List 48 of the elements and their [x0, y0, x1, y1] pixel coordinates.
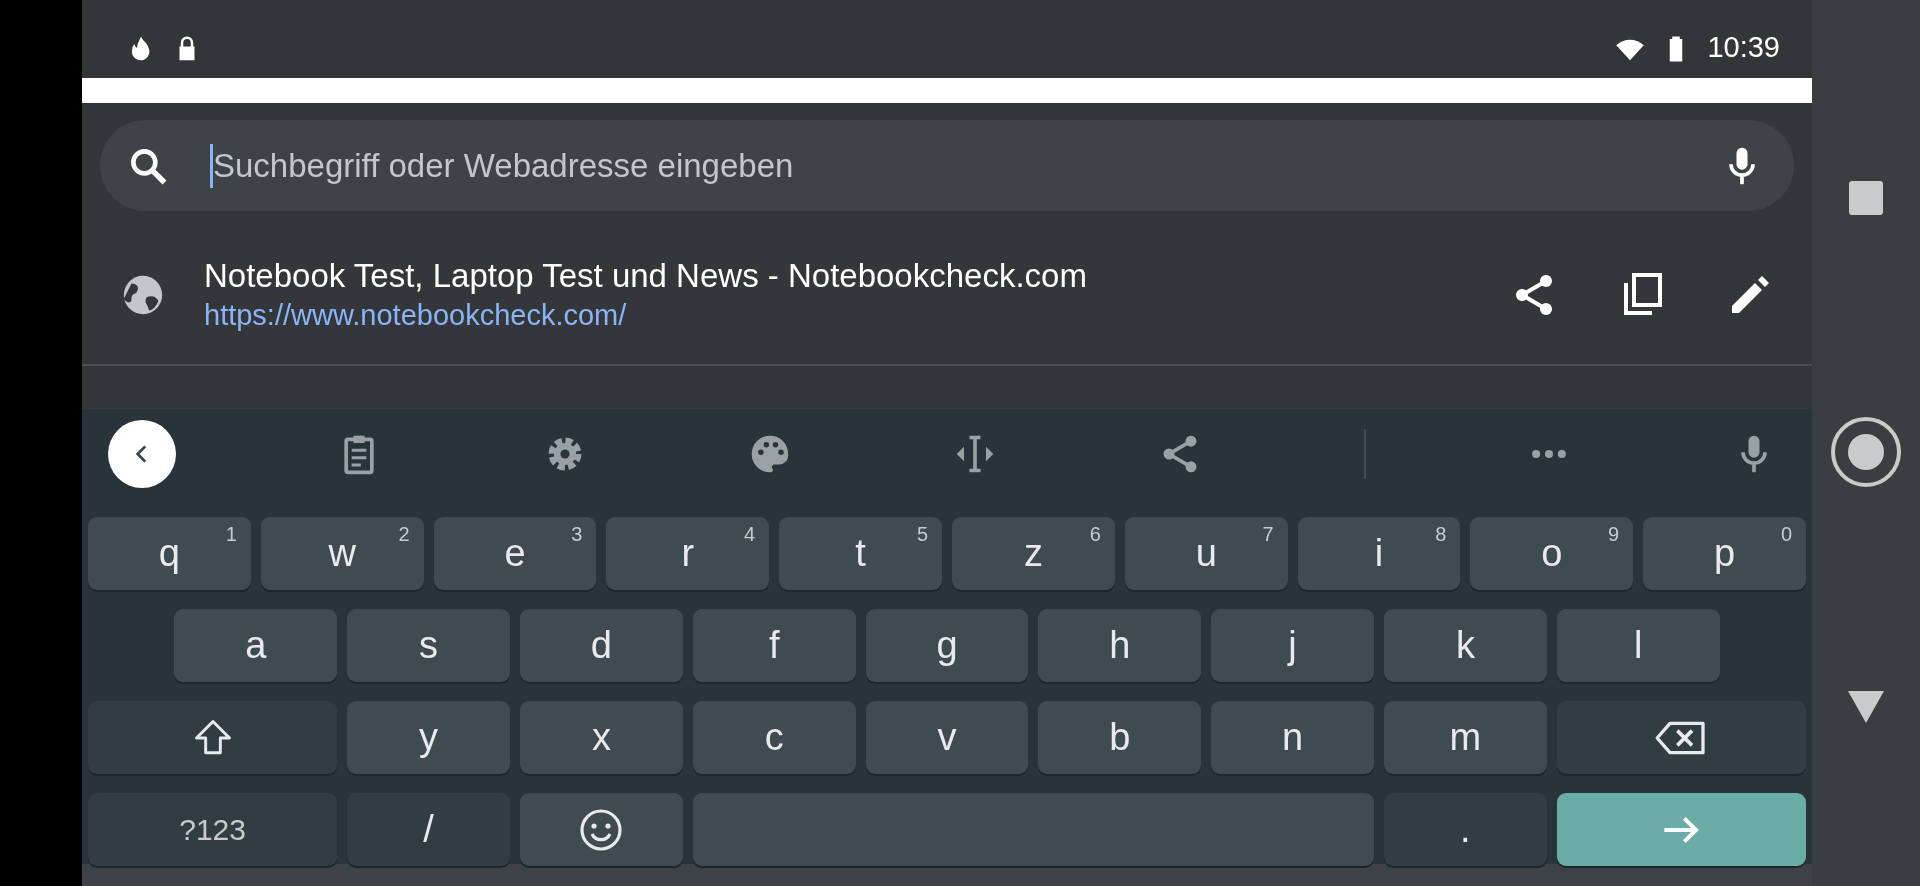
period-key[interactable]: .: [1384, 793, 1547, 866]
letter-key[interactable]: i 8: [1297, 517, 1461, 590]
number-hint: 1: [225, 523, 237, 546]
letter-key[interactable]: t 5: [779, 517, 942, 590]
letter-key[interactable]: c: [692, 701, 856, 774]
letter-key[interactable]: z 6: [952, 517, 1115, 590]
number-hint: 6: [1089, 523, 1101, 546]
letter-key[interactable]: e 3: [433, 517, 597, 590]
letter-key[interactable]: u 7: [1124, 517, 1288, 590]
letter-key[interactable]: q 1: [88, 517, 251, 590]
letter-key[interactable]: s: [347, 609, 510, 682]
letter-key[interactable]: b: [1038, 701, 1202, 774]
letter-key[interactable]: h: [1038, 609, 1202, 682]
letter-key[interactable]: d: [520, 609, 683, 682]
letter-key[interactable]: j: [1211, 609, 1374, 682]
letter-key[interactable]: w 2: [260, 517, 424, 590]
letter-key[interactable]: g: [865, 609, 1029, 682]
back-button[interactable]: [1846, 689, 1886, 725]
letter-key[interactable]: v: [865, 701, 1029, 774]
number-hint: 7: [1262, 523, 1274, 546]
suggestion-title[interactable]: Notebook Test, Laptop Test und News - Notebookcheck.com: [204, 257, 1450, 295]
home-button[interactable]: [1831, 417, 1901, 487]
number-hint: 5: [916, 523, 928, 546]
backspace-key[interactable]: [1556, 701, 1806, 774]
letter-key[interactable]: l: [1556, 609, 1720, 682]
letter-key[interactable]: f: [692, 609, 856, 682]
search-field[interactable]: Suchbegriff oder Webadresse eingeben: [213, 146, 1720, 185]
letter-key[interactable]: o 9: [1470, 517, 1634, 590]
number-hint: 8: [1435, 523, 1447, 546]
letter-key[interactable]: m: [1384, 701, 1547, 774]
letter-key[interactable]: a: [174, 609, 338, 682]
suggestion-url[interactable]: https://www.notebookcheck.com/: [204, 299, 1450, 332]
number-hint: 4: [744, 523, 756, 546]
emoji-key[interactable]: [520, 793, 683, 866]
number-hint: 9: [1608, 523, 1620, 546]
letter-key[interactable]: p 0: [1643, 517, 1806, 590]
search-bar[interactable]: Suchbegriff oder Webadresse eingeben: [100, 120, 1794, 211]
slash-key[interactable]: /: [347, 793, 510, 866]
letter-key[interactable]: k: [1384, 609, 1547, 682]
number-hint: 3: [571, 523, 583, 546]
letter-key[interactable]: n: [1211, 701, 1374, 774]
number-hint: 0: [1780, 523, 1792, 546]
letter-key[interactable]: y: [347, 701, 510, 774]
letter-key[interactable]: r 4: [606, 517, 770, 590]
letter-key[interactable]: x: [520, 701, 683, 774]
clock: 10:39: [1707, 31, 1780, 64]
symbols-key[interactable]: ?123: [88, 793, 338, 866]
number-hint: 2: [398, 523, 410, 546]
